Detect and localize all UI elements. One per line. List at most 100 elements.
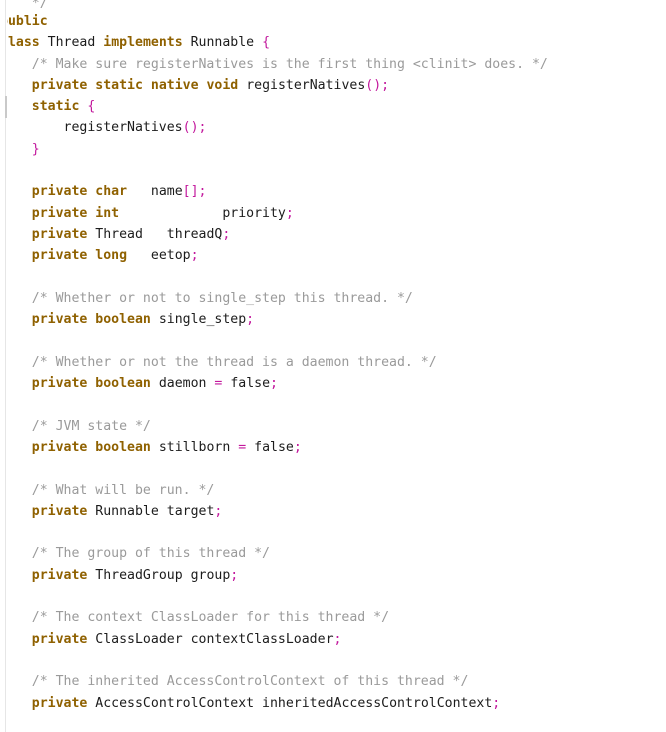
code-token-kw: boolean [95,312,151,328]
code-token-pun: ; [333,631,342,647]
code-token-kw: private [31,184,88,200]
code-token-id: group [190,567,231,583]
code-line[interactable]: /* The group of this thread */ [0,543,666,564]
code-token-cmt: /* The inherited AccessControlContext of… [31,674,469,690]
code-token-kw: static [95,77,143,93]
code-token-cmt: */ [31,0,48,11]
code-token-id: registerNatives [246,77,366,93]
code-token-id: target [166,503,215,519]
code-token-id: registerNatives [63,120,183,136]
code-token-lit: false [230,376,271,392]
code-line[interactable] [0,586,666,607]
code-line[interactable]: /* Make sure registerNatives is the firs… [0,54,666,75]
code-token-id: stillborn [158,439,231,455]
code-line[interactable]: /* JVM state */ [0,416,666,437]
code-token-pun: []; [182,184,207,200]
code-line[interactable]: /* What will be run. */ [0,480,666,501]
code-token-cmt: /* The group of this thread */ [31,546,270,562]
code-line[interactable]: private AccessControlContext inheritedAc… [0,693,666,714]
source-code-text[interactable]: */ public class Thread implements Runnable… [0,0,666,732]
code-line[interactable]: private ClassLoader contextClassLoader; [0,629,666,650]
code-line[interactable]: private Runnable target; [0,501,666,522]
code-token-pun: ; [230,567,239,583]
code-token-id: daemon [158,376,207,392]
code-line[interactable] [0,330,666,351]
code-line[interactable]: private ThreadGroup group; [0,565,666,586]
code-token-pun: ; [270,376,278,392]
code-token-pun: } [31,141,40,157]
code-token-cmt: /* The context ClassLoader for this thre… [31,610,390,626]
code-line[interactable]: private boolean single_step; [0,309,666,330]
code-line[interactable] [0,650,666,671]
code-line[interactable] [0,267,666,288]
code-line[interactable]: public [0,11,666,32]
code-token-kw: public [0,14,48,29]
code-token-cmt: /* Make sure registerNatives is the firs… [31,56,548,72]
code-token-cmt: /* Whether or not the thread is a daemon… [31,354,437,370]
code-line[interactable]: private Thread threadQ; [0,224,666,245]
code-token-pun: ; [222,226,231,242]
code-token-pun: { [262,35,271,51]
code-line[interactable]: /* The inherited AccessControlContext of… [0,671,666,692]
code-token-pun: ; [492,695,501,711]
code-token-id: contextClassLoader [190,631,334,647]
code-line[interactable] [0,458,666,479]
code-line[interactable]: private char name[]; [0,181,666,202]
code-token-id: inheritedAccessControlContext [262,695,493,711]
code-token-pun: ; [285,205,294,221]
code-token-kw: static [31,99,80,115]
code-line[interactable]: private long eetop; [0,245,666,266]
code-line[interactable] [0,394,666,415]
code-token-pun: (); [182,120,207,136]
code-line[interactable]: /* Whether or not to single_step this th… [0,288,666,309]
code-token-cmt: /* What will be run. */ [31,482,215,498]
code-line[interactable] [0,714,666,732]
code-line[interactable]: private boolean stillborn = false; [0,437,666,458]
code-token-kw: class [0,35,40,51]
code-line[interactable]: registerNatives(); [0,117,666,138]
code-line[interactable]: /* The context ClassLoader for this thre… [0,607,666,628]
code-token-lit: false [254,439,294,455]
code-token-id: name [150,184,183,200]
code-token-id: AccessControlContext [95,695,255,711]
code-line[interactable]: /* Whether or not the thread is a daemon… [0,352,666,373]
code-token-pun: { [87,99,96,115]
code-line[interactable]: */ [0,0,666,11]
code-line[interactable]: private boolean daemon = false; [0,373,666,394]
code-line[interactable]: private static native void registerNativ… [0,75,666,96]
code-line[interactable]: private int priority; [0,203,666,224]
code-line[interactable] [0,160,666,181]
code-editor-viewport[interactable]: */ public class Thread implements Runnable… [0,0,666,732]
code-token-id: Runnable [95,503,159,519]
code-token-id: threadQ [166,226,223,242]
code-line[interactable]: static { [0,96,666,117]
code-token-kw: private [31,205,88,221]
code-line[interactable]: class Thread implements Runnable { [0,32,666,53]
code-line[interactable]: } [0,139,666,160]
code-token-kw: char [95,184,128,200]
code-line[interactable] [0,522,666,543]
